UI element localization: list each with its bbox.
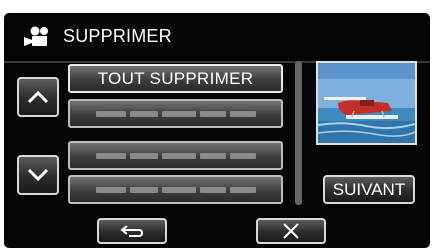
cancel-button[interactable]: [256, 218, 326, 244]
close-icon: [283, 223, 299, 239]
scroll-up-button[interactable]: [17, 77, 59, 117]
page-title: SUPPRIMER: [63, 26, 172, 46]
list-item[interactable]: [68, 141, 283, 170]
back-button[interactable]: [97, 218, 167, 244]
delete-all-button[interactable]: TOUT SUPPRIMER: [68, 64, 283, 93]
scrollbar[interactable]: [295, 61, 302, 205]
scroll-down-button[interactable]: [17, 155, 59, 195]
placeholder-text: [95, 152, 256, 159]
return-arrow-icon: [120, 225, 144, 237]
movie-camera-icon: [24, 26, 48, 46]
list-item[interactable]: [68, 175, 283, 204]
next-label: SUIVANT: [332, 179, 406, 199]
delete-all-label: TOUT SUPPRIMER: [97, 68, 254, 88]
placeholder-text: [95, 186, 256, 193]
placeholder-text: [95, 110, 256, 117]
next-button[interactable]: SUIVANT: [323, 175, 415, 204]
chevron-down-icon: [27, 168, 49, 182]
delete-screen: SUPPRIMER TOUT SUPPRIMER SUIVANT: [4, 13, 430, 248]
chevron-up-icon: [27, 90, 49, 104]
list-item[interactable]: [68, 99, 283, 128]
seaplane-preview-image: [316, 61, 417, 145]
